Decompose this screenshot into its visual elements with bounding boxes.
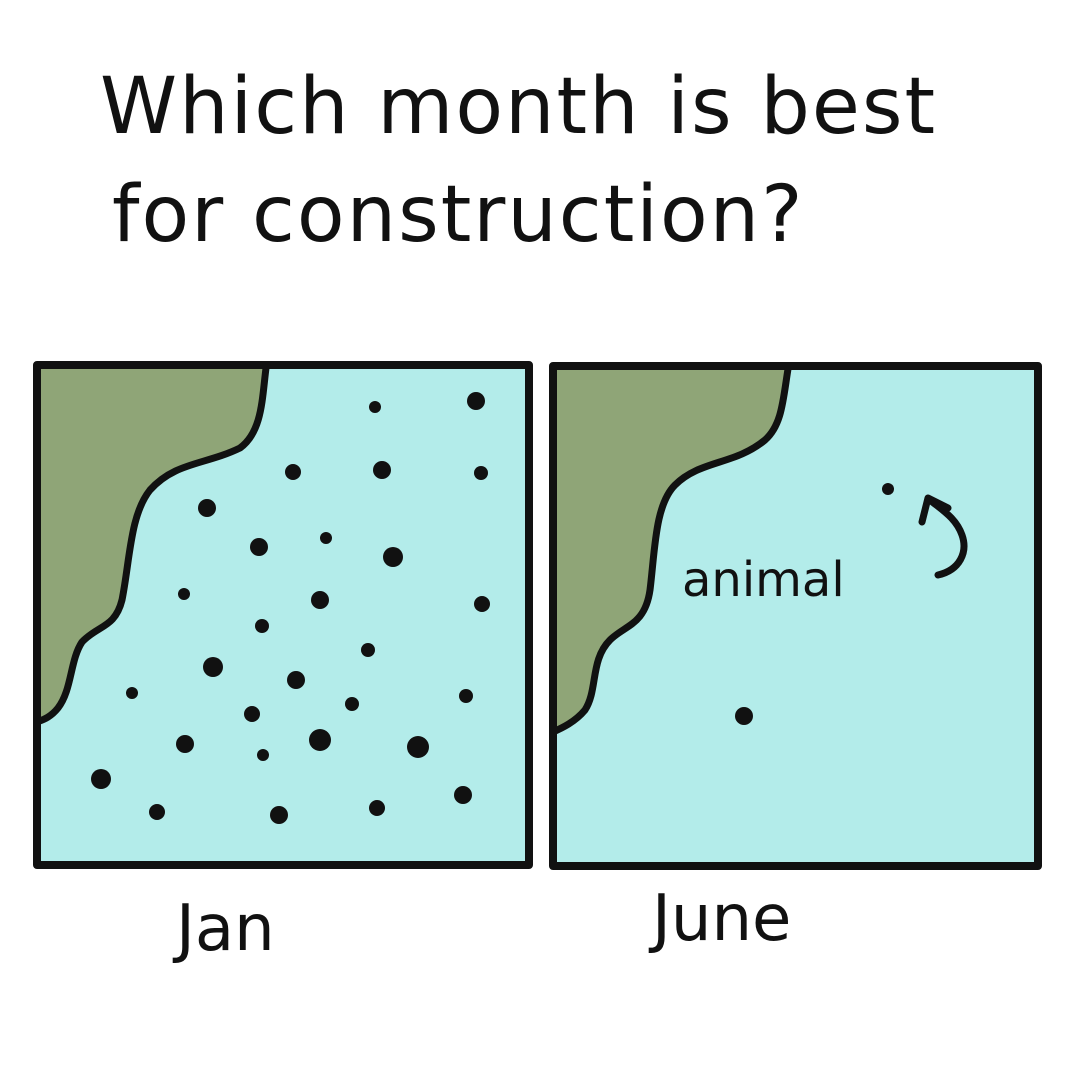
june-dot [735,707,753,725]
title-line-1: Which month is best [100,62,938,152]
jan-dot [373,461,391,479]
comic-canvas: Which month is best for construction? an… [0,0,1080,1080]
june-panel [549,362,1042,870]
jan-label: Jan [176,892,275,966]
animal-annotation: animal [682,552,845,608]
jan-dot [474,466,488,480]
jan-dot [255,619,269,633]
jan-dot [257,749,269,761]
jan-dot [361,643,375,657]
jan-dot [149,804,165,820]
title-line-2: for construction? [112,170,805,260]
jan-dot [311,591,329,609]
jan-dot [198,499,216,517]
jan-dot [285,464,301,480]
jan-dot [459,689,473,703]
jan-dot [454,786,472,804]
comic-panels [33,361,1042,870]
jan-dot [91,769,111,789]
jan-dot [287,671,305,689]
jan-dot [203,657,223,677]
jan-dot [345,697,359,711]
june-label: June [652,882,792,956]
jan-dot [474,596,490,612]
jan-dot [369,800,385,816]
jan-dot [270,806,288,824]
jan-dot [126,687,138,699]
jan-dot [244,706,260,722]
jan-dot [369,401,381,413]
jan-dot [178,588,190,600]
jan-panel [33,361,533,869]
jan-dot [383,547,403,567]
jan-dot [320,532,332,544]
jan-dot [176,735,194,753]
jan-dot [250,538,268,556]
jan-dot [309,729,331,751]
jan-dot [467,392,485,410]
jan-dot [407,736,429,758]
june-dot [882,483,894,495]
